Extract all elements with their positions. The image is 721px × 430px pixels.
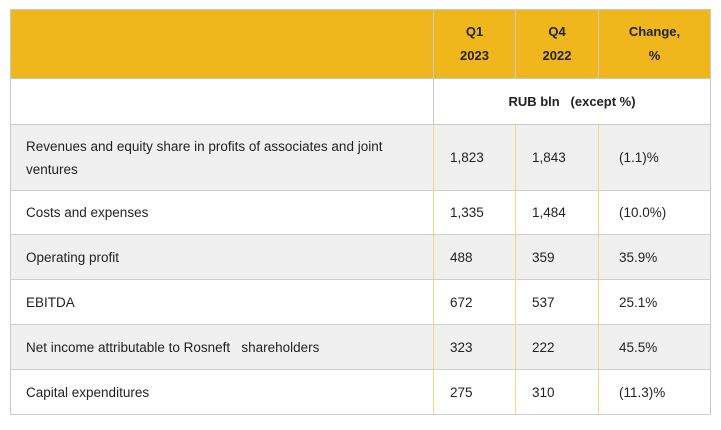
- cell-change: 45.5%: [598, 324, 711, 370]
- table-row: Costs and expenses 1,335 1,484 (10.0%): [10, 190, 711, 235]
- row-label: Costs and expenses: [10, 190, 434, 235]
- cell-q4-2022: 310: [515, 369, 599, 415]
- table-header-row: Q1 2023 Q4 2022 Change, %: [10, 9, 711, 79]
- cell-change: (1.1)%: [598, 124, 711, 191]
- cell-change: 25.1%: [598, 279, 711, 325]
- cell-q1-2023: 275: [433, 369, 516, 415]
- row-label: Operating profit: [10, 234, 434, 280]
- header-q4-2022: Q4 2022: [515, 9, 599, 79]
- header-change-line2: %: [648, 48, 661, 63]
- row-label: EBITDA: [10, 279, 434, 325]
- cell-q1-2023: 323: [433, 324, 516, 370]
- cell-q1-2023: 1,823: [433, 124, 516, 191]
- cell-change: (10.0%): [598, 190, 711, 235]
- cell-change: 35.9%: [598, 234, 711, 280]
- row-label: Net income attributable to Rosneft share…: [10, 324, 434, 370]
- unit-row: RUB bln (except %): [10, 78, 711, 125]
- table-row: Revenues and equity share in profits of …: [10, 124, 711, 191]
- cell-q1-2023: 1,335: [433, 190, 516, 235]
- header-change-line1: Change,: [628, 24, 681, 39]
- cell-q4-2022: 537: [515, 279, 599, 325]
- row-label: Capital expenditures: [10, 369, 434, 415]
- table-row: Operating profit 488 359 35.9%: [10, 234, 711, 280]
- header-q4-line2: 2022: [542, 48, 572, 63]
- cell-q1-2023: 488: [433, 234, 516, 280]
- unit-empty-cell: [10, 78, 434, 125]
- header-q1-line2: 2023: [460, 48, 489, 63]
- financial-results-table: Q1 2023 Q4 2022 Change, % RUB bln (excep…: [10, 9, 711, 415]
- table-row: Capital expenditures 275 310 (11.3)%: [10, 369, 711, 415]
- row-label: Revenues and equity share in profits of …: [10, 124, 434, 191]
- table-row: EBITDA 672 537 25.1%: [10, 279, 711, 325]
- cell-q4-2022: 222: [515, 324, 599, 370]
- header-change: Change, %: [598, 9, 711, 79]
- cell-q4-2022: 359: [515, 234, 599, 280]
- unit-label: RUB bln (except %): [433, 78, 711, 125]
- cell-q4-2022: 1,484: [515, 190, 599, 235]
- header-q1-2023: Q1 2023: [433, 9, 516, 79]
- cell-change: (11.3)%: [598, 369, 711, 415]
- cell-q1-2023: 672: [433, 279, 516, 325]
- header-empty-cell: [10, 9, 434, 79]
- header-q4-line1: Q4: [548, 24, 566, 39]
- header-q1-line1: Q1: [465, 24, 484, 39]
- financial-table-container: Q1 2023 Q4 2022 Change, % RUB bln (excep…: [10, 9, 711, 415]
- cell-q4-2022: 1,843: [515, 124, 599, 191]
- table-row: Net income attributable to Rosneft share…: [10, 324, 711, 370]
